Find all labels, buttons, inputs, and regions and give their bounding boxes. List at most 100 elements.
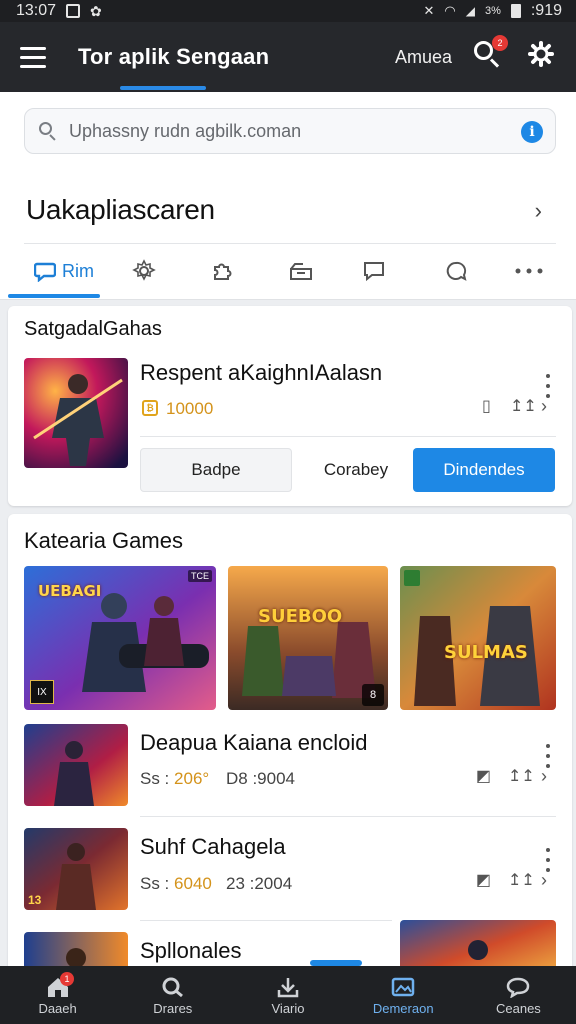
tab-label: Rim [62,260,94,281]
tray-icon [290,263,312,280]
item-title[interactable]: Suhf Cahagela [140,834,286,860]
meta-value: 6040 [174,874,212,893]
search-bar[interactable]: i [24,108,556,154]
download-button[interactable]: Dindendes [413,448,555,492]
status-bar: 13:07 ✿ ✕ ◠ ◢ 3% :919 [0,0,576,22]
category-button[interactable]: Corabey [296,448,416,492]
chat-icon [505,975,531,999]
tile-logo: SUEBOO [258,606,343,627]
nav-label: Ceanes [496,1000,541,1016]
comment-icon [364,262,384,282]
settings-notification-icon: ✿ [90,2,102,19]
bottom-navigation: 1 Daaeh Drares Viario Demeraon Ceanes [0,966,576,1024]
item-title[interactable]: Respent aKaighnIAalasn [140,360,382,386]
card-label: SatgadalGahas [24,318,162,340]
menu-icon[interactable] [20,37,60,77]
nav-label: Daaeh [38,1000,77,1016]
game-thumbnail[interactable] [24,358,128,468]
stats-icon: ↥↥ [508,872,535,889]
tab-messages[interactable] [362,258,386,284]
mute-icon: ✕ [423,3,435,18]
nav-label: Viario [271,1000,305,1016]
divider [140,816,556,817]
search-input[interactable] [69,120,489,142]
gear-icon [132,259,156,281]
wifi-icon: ◠ [444,3,456,18]
nav-downloads[interactable]: Viario [230,966,345,1024]
bookmark-icon[interactable]: ▯ [482,396,491,416]
gear-icon[interactable] [528,41,554,67]
item-meta: Ss : 6040 [140,874,212,894]
nav-home[interactable]: 1 Daaeh [0,966,115,1024]
title-underline [120,86,206,90]
chevron-right-icon[interactable]: › [541,396,547,417]
tile-rating: IX [30,680,54,704]
tab-inbox[interactable] [288,258,314,284]
active-tab-indicator [8,294,100,298]
nav-label: Drares [153,1000,193,1016]
card-title: Katearia Games [24,528,183,553]
game-thumbnail[interactable] [24,724,128,806]
nav-chat[interactable]: Ceanes [461,966,576,1024]
game-tile[interactable]: SUEBOO 8 [228,566,388,710]
tab-settings[interactable] [132,258,156,284]
tab-search-chat[interactable] [444,258,468,284]
tile-logo: UEBAGI [38,582,102,600]
meta-label: Ss : [140,874,170,893]
tab-more[interactable] [514,258,544,284]
account-label[interactable]: Amuea [395,47,452,68]
tile-badge-icon [404,570,420,586]
notification-badge: 2 [492,35,508,51]
status-right-time: :919 [530,2,562,19]
item-title[interactable]: Deapua Kaiana encloid [140,730,368,756]
signal-icon: ◢ [465,4,475,18]
badge-button[interactable]: Badpe [140,448,292,492]
share-icon[interactable]: ◩ [476,870,491,890]
stats-icon: ↥↥ [508,768,535,785]
stats-icon: ↥↥ [510,398,537,415]
game-tile[interactable]: SULMAS [400,566,556,710]
search-area: i [0,92,576,176]
status-time: 13:07 [16,2,57,19]
section-header: Uakapliascaren › [0,176,576,244]
search-icon[interactable]: 2 [472,35,508,69]
meta-value: 206° [174,769,210,788]
item-meta-b: 23 :2004 [226,874,293,893]
meta-label: Ss : [140,769,170,788]
featured-card: SatgadalGahas Respent aKaighnIAalasn ₿ 1… [8,306,572,506]
share-icon[interactable]: ◩ [476,766,491,786]
more-options-icon[interactable] [545,848,551,872]
more-icon [515,268,543,274]
chevron-right-icon[interactable]: › [541,870,547,891]
tab-rim[interactable]: Rim [34,258,94,284]
games-card: Katearia Games UEBAGI TCE IX SUEBOO 8 SU… [8,514,572,974]
game-tile[interactable]: UEBAGI TCE IX [24,566,216,710]
item-title[interactable]: Spllonales [140,938,242,964]
item-meta-b: D8 :9004 [226,769,295,788]
gallery-icon [390,975,416,999]
item-price: 10000 [166,399,214,418]
search-chat-icon [446,261,467,281]
chevron-right-icon[interactable]: › [535,198,542,224]
nav-library[interactable]: Demeraon [346,966,461,1024]
game-thumbnail[interactable]: 13 [24,828,128,910]
app-title: Tor aplik Sengaan [78,44,270,69]
search-magnifier-icon [39,122,57,141]
tab-puzzle[interactable] [210,258,234,284]
app-bar: Tor aplik Sengaan Amuea 2 [0,22,576,92]
battery-icon [510,4,521,18]
divider [140,920,392,921]
chat-bubble-icon [34,262,56,282]
info-icon[interactable]: i [521,121,543,143]
download-icon [275,975,301,999]
more-options-icon[interactable] [545,744,551,768]
status-battery-text: 3% [484,5,501,17]
tile-tag: TCE [188,570,212,582]
section-heading: Uakapliascaren [26,194,215,225]
chevron-right-icon[interactable]: › [541,766,547,787]
nav-explore[interactable]: Drares [115,966,230,1024]
puzzle-icon [214,263,232,280]
coin-icon: ₿ [142,400,158,416]
more-options-icon[interactable] [545,374,551,398]
divider [140,436,556,437]
